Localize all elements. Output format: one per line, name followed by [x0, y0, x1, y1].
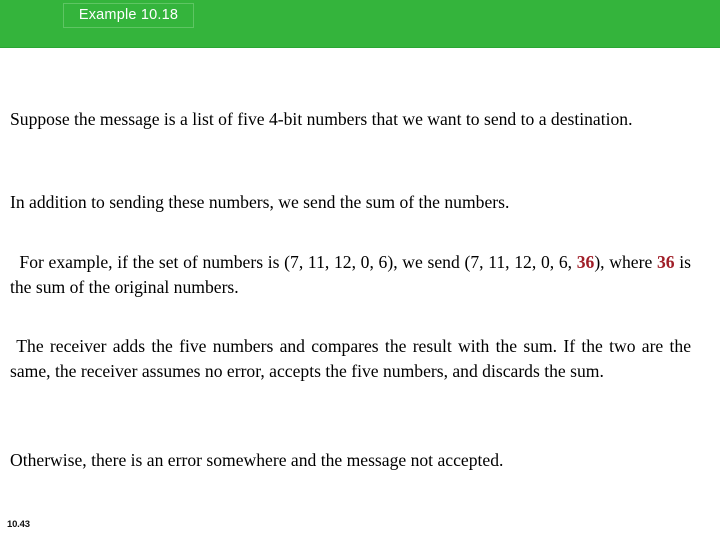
paragraph-3-sum-highlight-2: 36	[656, 251, 675, 272]
paragraph-3-segment-text-1: For example, if the set of numbers is (7…	[19, 251, 577, 272]
paragraph-3-segment-text-2: ), where	[594, 251, 657, 272]
body-paragraph-3: For example, if the set of numbers is (7…	[10, 250, 691, 301]
body-paragraph-1: Suppose the message is a list of five 4-…	[10, 108, 633, 129]
paragraph-3-sum-highlight-1: 36	[576, 251, 595, 272]
slide-title: Example 10.18	[78, 7, 179, 24]
slide-body: Suppose the message is a list of five 4-…	[0, 48, 720, 540]
body-paragraph-2: In addition to sending these numbers, we…	[10, 191, 510, 212]
slide: Example 10.18 Suppose the message is a l…	[0, 0, 720, 540]
page-number: 10.43	[7, 519, 30, 530]
slide-title-box: Example 10.18	[63, 3, 194, 28]
slide-header-band: Example 10.18	[0, 0, 720, 48]
body-paragraph-5: Otherwise, there is an error somewhere a…	[10, 449, 504, 470]
body-paragraph-4: The receiver adds the five numbers and c…	[10, 335, 692, 382]
